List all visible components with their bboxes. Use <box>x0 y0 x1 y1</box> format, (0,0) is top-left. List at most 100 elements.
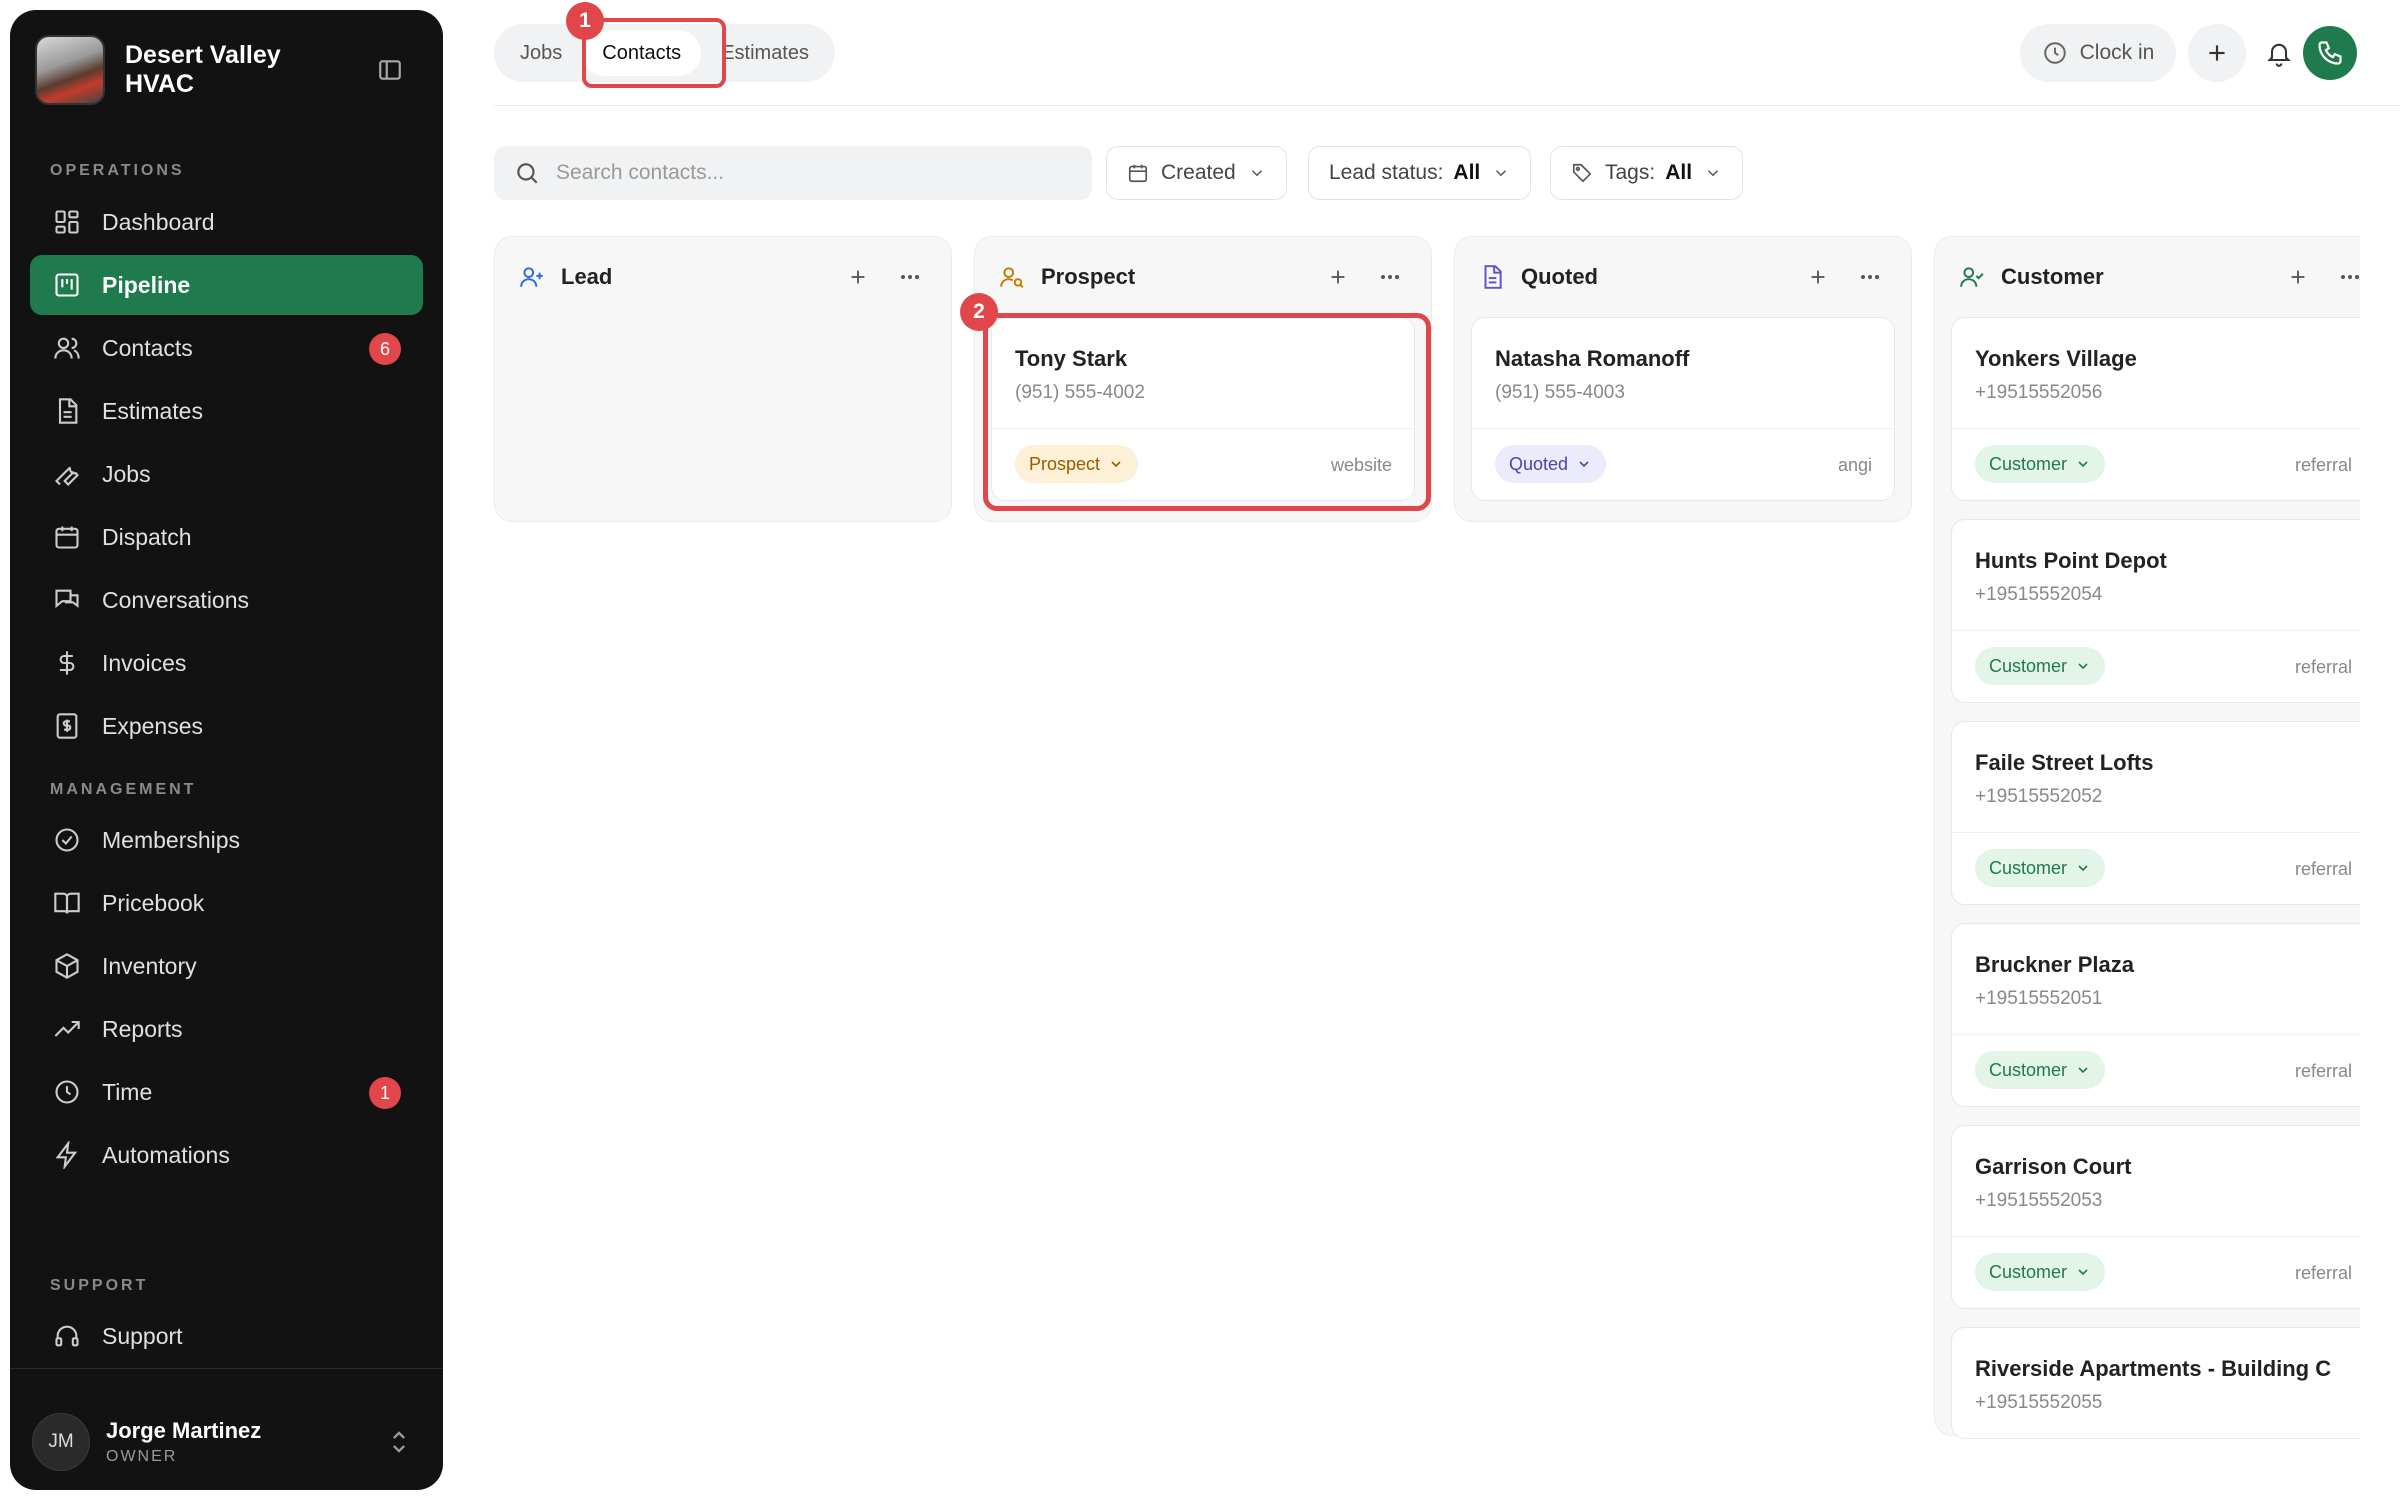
contact-phone: (951) 555-4003 <box>1495 382 1625 403</box>
tags-filter-label: Tags: <box>1605 161 1656 184</box>
sidebar-item-label: Dispatch <box>102 523 192 550</box>
dollar-icon <box>52 648 82 678</box>
sidebar-item-time[interactable]: Time 1 <box>30 1062 423 1122</box>
section-management: MANAGEMENT <box>50 781 197 798</box>
column-add-button[interactable] <box>1801 260 1835 294</box>
user-plus-icon <box>519 264 545 290</box>
clock-icon <box>52 1077 82 1107</box>
sidebar-item-pricebook[interactable]: Pricebook <box>30 873 423 933</box>
contact-name: Bruckner Plaza <box>1975 952 2134 977</box>
tags-filter[interactable]: Tags: All <box>1550 146 1744 200</box>
sidebar-item-label: Dashboard <box>102 208 215 235</box>
phone-button[interactable] <box>2303 26 2357 80</box>
users-icon <box>52 333 82 363</box>
search-icon <box>514 160 540 186</box>
sidebar-item-label: Memberships <box>102 826 241 853</box>
calendar-icon <box>1127 162 1149 184</box>
status-badge[interactable]: Customer <box>1975 1253 2106 1291</box>
bolt-icon <box>52 1140 82 1170</box>
column-more-button[interactable] <box>893 260 927 294</box>
contact-card[interactable]: Tony Stark (951) 555-4002 Prospect websi… <box>991 317 1415 501</box>
status-badge[interactable]: Customer <box>1975 849 2106 887</box>
status-badge[interactable]: Customer <box>1975 647 2106 685</box>
contact-name: Garrison Court <box>1975 1154 2132 1179</box>
time-count-badge: 1 <box>369 1077 401 1109</box>
sidebar-item-invoices[interactable]: Invoices <box>30 633 423 693</box>
plus-icon <box>2204 40 2230 66</box>
step-badge-2: 2 <box>960 293 998 331</box>
contact-card[interactable]: Faile Street Lofts +19515552052 Customer… <box>1951 721 2360 905</box>
column-quoted: Quoted Natasha Romanoff (951) 555-4003 Q… <box>1454 236 1912 522</box>
sidebar-item-dispatch[interactable]: Dispatch <box>30 507 423 567</box>
wrench-icon <box>52 459 82 489</box>
sidebar-item-pipeline[interactable]: Pipeline <box>30 255 423 315</box>
tab-estimates[interactable]: Estimates <box>701 30 829 76</box>
sidebar-item-expenses[interactable]: Expenses <box>30 696 423 756</box>
sidebar-collapse-icon[interactable] <box>374 54 406 86</box>
contact-card[interactable]: Hunts Point Depot +19515552054 Customer … <box>1951 519 2360 703</box>
sidebar-item-support[interactable]: Support <box>30 1306 423 1366</box>
status-badge-label: Customer <box>1989 1261 2068 1282</box>
column-title: Quoted <box>1521 264 1598 289</box>
notifications-button[interactable] <box>2254 28 2304 78</box>
status-badge[interactable]: Quoted <box>1495 445 1607 483</box>
contact-phone: +19515552053 <box>1975 1190 2103 1211</box>
column-more-button[interactable] <box>2333 260 2360 294</box>
step-badge-1: 1 <box>566 2 604 40</box>
created-filter[interactable]: Created <box>1106 146 1287 200</box>
user-menu[interactable]: JM Jorge Martinez OWNER <box>32 1410 421 1474</box>
column-add-button[interactable] <box>1321 260 1355 294</box>
sidebar-item-label: Pricebook <box>102 889 205 916</box>
contact-card[interactable]: Garrison Court +19515552053 Customer ref… <box>1951 1125 2360 1309</box>
tab-contacts[interactable]: Contacts <box>582 30 702 76</box>
status-badge[interactable]: Customer <box>1975 1051 2106 1089</box>
column-more-button[interactable] <box>1853 260 1887 294</box>
headset-icon <box>52 1321 82 1351</box>
contact-phone: +19515552055 <box>1975 1392 2103 1413</box>
sidebar-item-label: Conversations <box>102 586 250 613</box>
chevron-down-icon <box>2075 658 2091 674</box>
chevron-down-icon <box>2075 1062 2091 1078</box>
sidebar-item-memberships[interactable]: Memberships <box>30 810 423 870</box>
status-badge[interactable]: Customer <box>1975 445 2106 483</box>
chevron-down-icon <box>1108 456 1124 472</box>
lead-status-filter[interactable]: Lead status: All <box>1308 146 1532 200</box>
contact-card[interactable]: Natasha Romanoff (951) 555-4003 Quoted a… <box>1471 317 1895 501</box>
column-add-button[interactable] <box>841 260 875 294</box>
search-box <box>494 146 1092 200</box>
badge-check-icon <box>52 825 82 855</box>
sidebar-item-label: Time <box>102 1078 153 1105</box>
sidebar-item-label: Expenses <box>102 712 204 739</box>
add-button[interactable] <box>2188 24 2246 82</box>
contact-card[interactable]: Riverside Apartments - Building C +19515… <box>1951 1327 2360 1439</box>
sidebar-item-dashboard[interactable]: Dashboard <box>30 192 423 252</box>
sidebar-item-reports[interactable]: Reports <box>30 999 423 1059</box>
sidebar-item-conversations[interactable]: Conversations <box>30 570 423 630</box>
sidebar-item-label: Contacts <box>102 334 193 361</box>
tab-jobs[interactable]: Jobs <box>500 30 582 76</box>
user-search-icon <box>999 264 1025 290</box>
chevron-down-icon <box>1576 456 1592 472</box>
column-header: Customer <box>1935 237 2360 317</box>
column-lead: Lead <box>494 236 952 522</box>
sidebar-item-inventory[interactable]: Inventory <box>30 936 423 996</box>
chevron-down-icon <box>1492 164 1510 182</box>
contact-phone: +19515552051 <box>1975 988 2103 1009</box>
sidebar-item-contacts[interactable]: Contacts 6 <box>30 318 423 378</box>
status-badge-label: Customer <box>1989 857 2068 878</box>
sidebar-item-jobs[interactable]: Jobs <box>30 444 423 504</box>
status-badge[interactable]: Prospect <box>1015 445 1139 483</box>
contact-name: Tony Stark <box>1015 346 1128 371</box>
column-add-button[interactable] <box>2281 260 2315 294</box>
calendar-icon <box>52 522 82 552</box>
contact-card[interactable]: Yonkers Village +19515552056 Customer re… <box>1951 317 2360 501</box>
clock-in-button[interactable]: Clock in <box>2020 24 2176 82</box>
sidebar-item-automations[interactable]: Automations <box>30 1125 423 1185</box>
brand[interactable]: Desert Valley HVAC <box>35 34 418 106</box>
status-badge-label: Customer <box>1989 453 2068 474</box>
card-divider <box>1952 1236 2360 1237</box>
contact-card[interactable]: Bruckner Plaza +19515552051 Customer ref… <box>1951 923 2360 1107</box>
search-input[interactable] <box>556 161 1076 185</box>
column-more-button[interactable] <box>1373 260 1407 294</box>
sidebar-item-estimates[interactable]: Estimates <box>30 381 423 441</box>
